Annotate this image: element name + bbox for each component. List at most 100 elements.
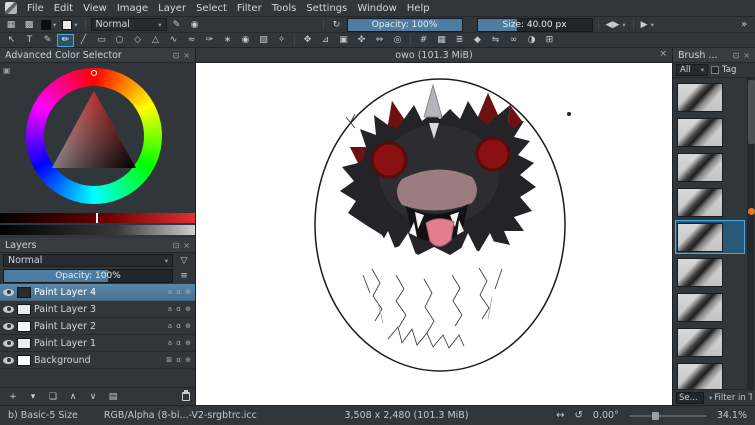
layer-row[interactable]: Paint Layer 1 a α ⊕ xyxy=(0,335,195,352)
transform-tool[interactable]: ⊿ xyxy=(317,34,334,47)
zoom-slider-handle[interactable] xyxy=(652,411,660,420)
fit-canvas-icon[interactable]: ↔ xyxy=(556,410,564,421)
mirror-view-icon[interactable]: ⇋ xyxy=(487,34,504,47)
brush-preset-2[interactable] xyxy=(675,115,745,149)
freehand-brush-tool[interactable]: ✏ xyxy=(57,33,74,47)
menu-item[interactable]: Image xyxy=(112,2,153,15)
menu-item[interactable]: Edit xyxy=(49,2,78,15)
mirror-brush-button[interactable]: ◀▶ ▾ xyxy=(604,18,628,31)
blending-mode-select[interactable]: Normal ▾ xyxy=(90,18,167,31)
layer-visibility-icon[interactable] xyxy=(3,339,14,347)
multibrush-tool[interactable]: ∗ xyxy=(219,34,236,47)
move-layer-up-button[interactable]: ∧ xyxy=(65,390,81,403)
show-grid-icon[interactable]: # xyxy=(415,34,432,47)
brush-size-slider[interactable]: Size: 40.00 px xyxy=(476,17,593,32)
layer-row[interactable]: Background ⊠ α ⊕ xyxy=(0,352,195,369)
brush-preset-8[interactable] xyxy=(675,325,745,359)
menu-item[interactable]: Settings xyxy=(301,2,352,15)
float-docker-icon[interactable]: ⊡ xyxy=(733,51,740,60)
crop-tool[interactable]: ▣ xyxy=(335,34,352,47)
close-docker-icon[interactable]: × xyxy=(183,241,190,250)
pixel-grid-icon[interactable]: ▦ xyxy=(433,34,450,47)
layer-options-menu-icon[interactable]: ≡ xyxy=(176,270,192,283)
toolbar-overflow-button[interactable]: » xyxy=(736,18,752,31)
show-guides-icon[interactable]: ≣ xyxy=(451,34,468,47)
float-docker-icon[interactable]: ⊡ xyxy=(173,241,180,250)
select-shapes-tool[interactable]: ↖ xyxy=(3,34,20,47)
pan-tool[interactable]: ⇔ xyxy=(371,34,388,47)
brush-preset-9[interactable] xyxy=(675,360,745,389)
current-brush-preset[interactable]: b) Basic-5 Size xyxy=(8,410,78,421)
move-tool[interactable]: ✥ xyxy=(299,34,316,47)
brush-preset-1[interactable] xyxy=(675,80,745,114)
canvas-titlebar[interactable]: owo (101.3 MiB) × xyxy=(196,48,672,63)
layer-opacity-slider[interactable]: Opacity: 100% xyxy=(3,269,173,283)
saturation-value-triangle[interactable] xyxy=(44,86,144,186)
menu-item[interactable]: Layer xyxy=(153,2,191,15)
polygon-tool[interactable]: ◇ xyxy=(129,34,146,47)
zoom-slider[interactable] xyxy=(628,411,707,420)
gradient-tool[interactable]: ▨ xyxy=(255,34,272,47)
smart-patch-tool[interactable]: ✜ xyxy=(353,34,370,47)
canvas[interactable] xyxy=(196,63,672,405)
color-selector-settings-icon[interactable]: ▣ xyxy=(3,66,11,75)
menu-item[interactable]: Window xyxy=(352,2,401,15)
wrap-around-icon[interactable]: ∞ xyxy=(505,34,522,47)
canvas-only-icon[interactable]: ⊞ xyxy=(541,34,558,47)
shade-selector-bar-1[interactable] xyxy=(0,213,195,223)
fill-tool[interactable]: ◉ xyxy=(237,34,254,47)
add-layer-dropdown[interactable]: ▾ xyxy=(25,390,41,403)
rectangle-tool[interactable]: ▭ xyxy=(93,34,110,47)
dynamic-brush-tool[interactable]: ✑ xyxy=(201,34,218,47)
add-layer-button[interactable]: + xyxy=(5,390,21,403)
layer-blending-mode-select[interactable]: Normal ▾ xyxy=(3,254,173,267)
layer-row[interactable]: Paint Layer 3 a α ⊕ xyxy=(0,301,195,318)
canvas-angle-value[interactable]: 0.00° xyxy=(593,410,619,421)
layer-visibility-icon[interactable] xyxy=(3,305,14,313)
move-layer-down-button[interactable]: ∨ xyxy=(85,390,101,403)
preset-search-input[interactable] xyxy=(676,391,704,404)
menu-item[interactable]: Select xyxy=(191,2,232,15)
layer-properties-button[interactable]: ▤ xyxy=(105,390,121,403)
gradient-chooser-icon[interactable]: ▦ xyxy=(3,18,19,31)
opacity-slider[interactable]: Opacity: 100% xyxy=(346,17,463,32)
pattern-chooser-icon[interactable]: ▩ xyxy=(21,18,37,31)
freehand-path-tool[interactable]: ≈ xyxy=(183,34,200,47)
tag-checkbox[interactable] xyxy=(711,66,719,74)
bezier-curve-tool[interactable]: ∿ xyxy=(165,34,182,47)
reset-rotation-icon[interactable]: ↺ xyxy=(575,410,583,421)
shade-selector-bar-2[interactable] xyxy=(0,225,195,235)
reload-original-preset-button[interactable]: ↻ xyxy=(329,18,345,31)
layer-visibility-icon[interactable] xyxy=(3,288,14,296)
zoom-tool[interactable]: ◎ xyxy=(389,34,406,47)
edit-shapes-tool[interactable]: ✎ xyxy=(39,34,56,47)
line-tool[interactable]: ╱ xyxy=(75,34,92,47)
polyline-tool[interactable]: △ xyxy=(147,34,164,47)
foreground-color-swatch[interactable]: ▾ xyxy=(39,18,58,31)
menu-item[interactable]: Help xyxy=(402,2,435,15)
text-tool[interactable]: T xyxy=(21,34,38,47)
layer-row[interactable]: Paint Layer 4 a α ⊕ xyxy=(0,284,195,301)
menu-item[interactable]: File xyxy=(22,2,49,15)
layer-visibility-icon[interactable] xyxy=(3,356,14,364)
close-docker-icon[interactable]: × xyxy=(743,51,750,60)
tag-filter-select[interactable]: All ▾ xyxy=(676,64,708,76)
filter-by-tag-label[interactable]: ▾Filter in Ta xyxy=(707,393,752,403)
brush-preset-5[interactable] xyxy=(675,220,745,254)
soft-proofing-icon[interactable]: ◑ xyxy=(523,34,540,47)
color-sampler-tool[interactable]: ✧ xyxy=(273,34,290,47)
zoom-level[interactable]: 34.1% xyxy=(717,410,747,421)
snap-icon[interactable]: ◆ xyxy=(469,34,486,47)
brush-preset-3[interactable] xyxy=(675,150,745,184)
layer-filter-icon[interactable]: ▽ xyxy=(176,254,192,267)
brush-preset-7[interactable] xyxy=(675,290,745,324)
ellipse-tool[interactable]: ○ xyxy=(111,34,128,47)
canvas-close-icon[interactable]: × xyxy=(659,49,667,59)
choose-brush-preset-button[interactable]: ◉ xyxy=(187,18,203,31)
close-docker-icon[interactable]: × xyxy=(183,51,190,60)
layer-visibility-icon[interactable] xyxy=(3,322,14,330)
brush-preset-4[interactable] xyxy=(675,185,745,219)
background-color-swatch[interactable]: ▾ xyxy=(60,18,79,31)
delete-layer-button[interactable] xyxy=(182,390,190,401)
playback-button[interactable]: ▶ ▾ xyxy=(639,18,656,31)
